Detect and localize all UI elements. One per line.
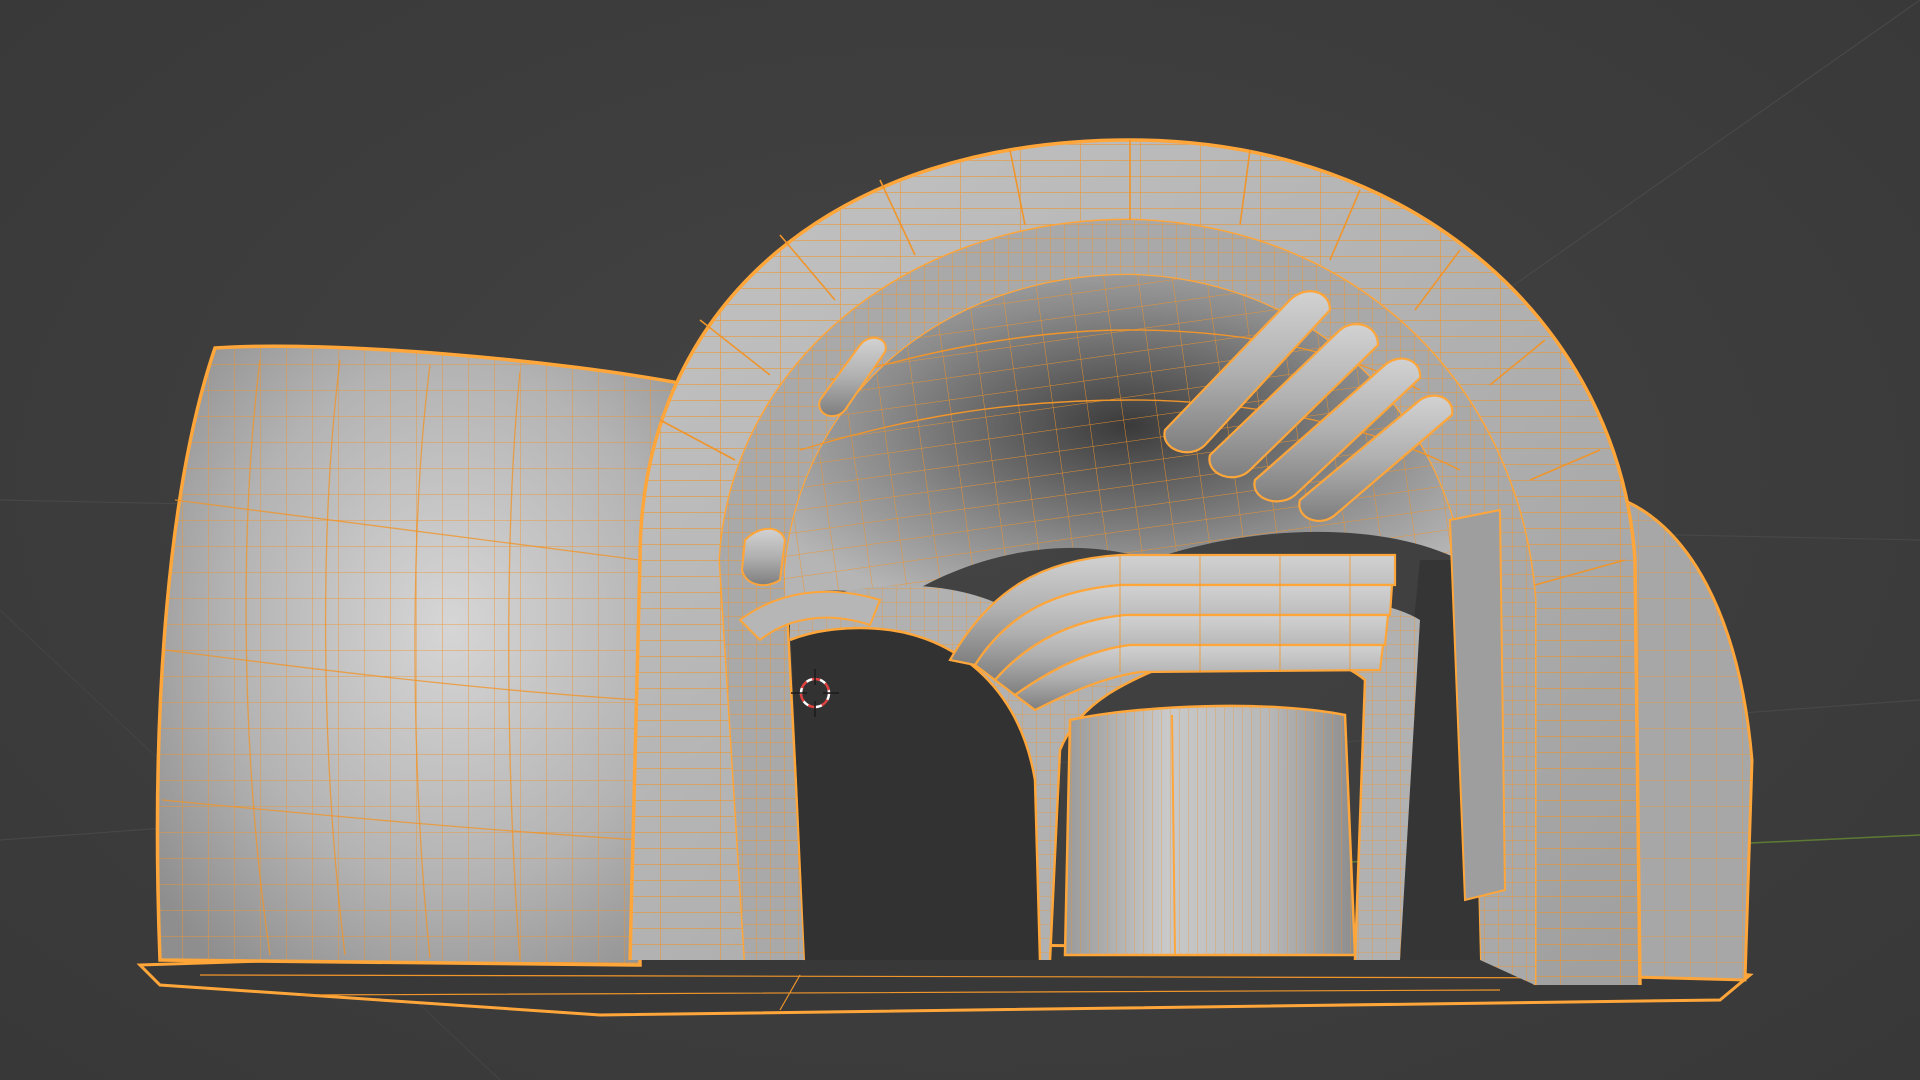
left-curved-wall[interactable] bbox=[155, 344, 693, 967]
viewport-canvas[interactable] bbox=[0, 0, 1920, 1080]
3d-viewport[interactable] bbox=[0, 0, 1920, 1080]
center-pillar[interactable] bbox=[1063, 704, 1357, 957]
